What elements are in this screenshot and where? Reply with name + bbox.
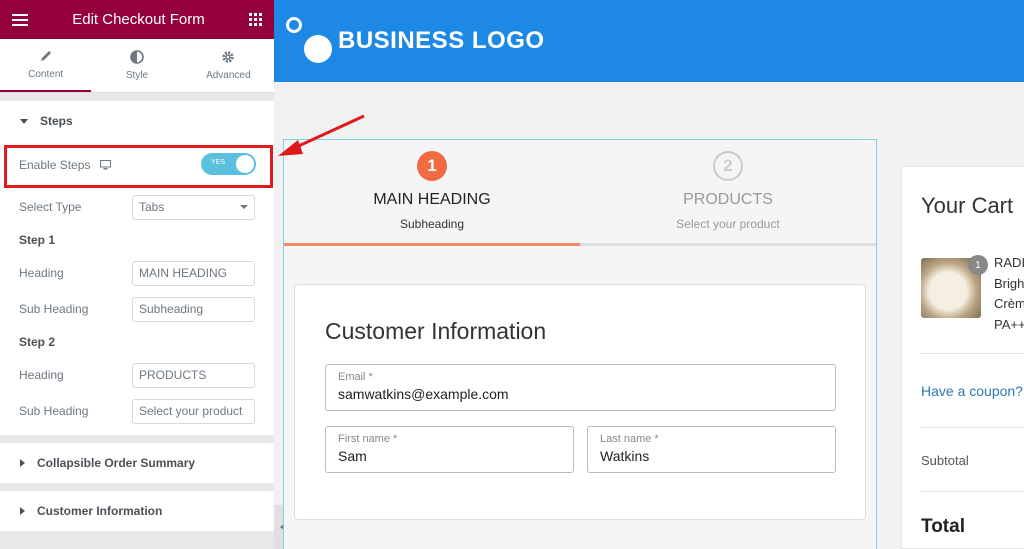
customer-information-title: Customer Information: [37, 504, 163, 518]
step-tab-2[interactable]: 2 PRODUCTS Select your product: [580, 140, 876, 246]
customer-information-heading: Customer Information: [325, 318, 547, 344]
product-name-line: PA++: [994, 316, 1024, 332]
step2-subheading-label: Sub Heading: [19, 404, 89, 418]
caret-down-icon: [20, 118, 28, 124]
editor-panel: Edit Checkout Form Content Style Advance…: [0, 0, 274, 549]
logo-text: BUSINESS LOGO: [338, 27, 545, 54]
cart-title: Your Cart: [921, 193, 1014, 218]
cart-panel: Your Cart 1 RADI Brigh Crèm PA++ Have a …: [901, 166, 1024, 549]
step2-subheading-row: Sub Heading Select your product: [0, 393, 274, 435]
last-name-label: Last name *: [600, 433, 659, 445]
step-subheading-2: Select your product: [676, 217, 780, 231]
coupon-link[interactable]: Have a coupon?: [921, 383, 1023, 399]
steps-section-header[interactable]: Steps: [0, 101, 274, 141]
product-name-line: Crèm: [994, 296, 1024, 311]
step1-heading-row: Heading MAIN HEADING: [0, 255, 274, 291]
product-name: RADI Brigh Crèm PA++: [994, 253, 1024, 335]
divider: [921, 353, 1024, 354]
step2-heading-row: Heading PRODUCTS: [0, 357, 274, 393]
step-progress-bar-1: [284, 243, 580, 246]
total-label: Total: [921, 516, 965, 537]
collapsible-order-summary-title: Collapsible Order Summary: [37, 456, 196, 470]
product-name-line: RADI: [994, 255, 1024, 270]
email-value: samwatkins@example.com: [338, 386, 509, 402]
step1-subheading-row: Sub Heading Subheading: [0, 291, 274, 327]
step-heading-1: MAIN HEADING: [373, 191, 491, 208]
tab-style[interactable]: Style: [91, 39, 182, 92]
select-type-label: Select Type: [19, 200, 82, 214]
panel-tabs: Content Style Advanced: [0, 39, 274, 93]
tab-advanced[interactable]: Advanced: [183, 39, 274, 92]
customer-information-card: Customer Information Email * samwatkins@…: [294, 284, 866, 520]
annotation-arrow-icon: [278, 114, 365, 156]
caret-right-icon: [20, 507, 25, 515]
product-name-line: Brigh: [994, 275, 1024, 291]
pencil-icon: [40, 51, 51, 61]
first-name-field[interactable]: First name * Sam: [325, 426, 574, 473]
email-field[interactable]: Email * samwatkins@example.com: [325, 364, 836, 411]
tab-advanced-label: Advanced: [206, 70, 251, 81]
step-subheading-1: Subheading: [399, 217, 465, 231]
select-type-row: Select Type Tabs: [0, 189, 274, 225]
step1-subheading-label: Sub Heading: [19, 302, 89, 316]
step1-heading-input[interactable]: MAIN HEADING: [132, 260, 255, 286]
step1-subheading-input[interactable]: Subheading: [132, 296, 255, 322]
last-name-field[interactable]: Last name * Watkins: [587, 426, 836, 473]
toggle-knob: [236, 155, 254, 173]
divider: [921, 427, 1024, 428]
steps-tabs: 1 MAIN HEADING Subheading 2 PRODUCTS Sel…: [284, 140, 876, 246]
step-progress-bar-2: [580, 243, 876, 246]
subtotal-label: Subtotal: [921, 453, 969, 468]
customer-information-section: Customer Information: [0, 491, 274, 531]
select-type-dropdown[interactable]: Tabs: [132, 194, 255, 220]
tab-content-label: Content: [28, 69, 64, 80]
collapsible-order-summary-header[interactable]: Collapsible Order Summary: [0, 443, 274, 483]
last-name-value: Watkins: [600, 448, 650, 464]
steps-section: Steps Enable Steps YES Select Type Tabs …: [0, 101, 274, 435]
toggle-state-text: YES: [211, 159, 226, 166]
quantity-badge: 1: [968, 255, 988, 275]
step-heading-2: PRODUCTS: [683, 191, 773, 208]
panel-title: Edit Checkout Form: [72, 11, 205, 28]
chevron-down-icon: [240, 205, 248, 209]
checkout-form-widget[interactable]: 1 MAIN HEADING Subheading 2 PRODUCTS Sel…: [283, 139, 877, 549]
step-number-2: 2: [713, 151, 743, 181]
enable-steps-row: Enable Steps YES: [0, 141, 274, 189]
enable-steps-toggle[interactable]: YES: [201, 153, 256, 175]
step2-heading-label: Heading: [19, 368, 64, 382]
tab-style-label: Style: [125, 70, 149, 81]
step2-heading-input[interactable]: PRODUCTS: [132, 362, 255, 388]
email-label: Email *: [338, 371, 373, 383]
steps-section-title: Steps: [40, 114, 73, 128]
site-header: BUSINESS LOGO: [274, 0, 1024, 82]
step1-heading-label: Heading: [19, 266, 64, 280]
customer-information-header[interactable]: Customer Information: [0, 491, 274, 531]
first-name-value: Sam: [338, 448, 367, 464]
step2-subheading-input[interactable]: Select your product: [132, 398, 255, 424]
hamburger-menu-icon[interactable]: [12, 13, 28, 26]
tab-content[interactable]: Content: [0, 39, 92, 92]
contrast-icon: [130, 50, 144, 64]
gear-icon: [222, 51, 235, 63]
collapsible-order-summary-section: Collapsible Order Summary: [0, 443, 274, 483]
divider: [921, 491, 1024, 492]
step2-title: Step 2: [19, 335, 56, 349]
panel-header: Edit Checkout Form: [0, 0, 274, 39]
select-type-value: Tabs: [139, 200, 165, 214]
first-name-label: First name *: [338, 433, 398, 445]
caret-right-icon: [20, 459, 25, 467]
step-number-1: 1: [417, 151, 447, 181]
widgets-grid-icon[interactable]: [248, 13, 262, 26]
step1-title: Step 1: [19, 233, 56, 247]
logo-icon: [282, 11, 332, 71]
